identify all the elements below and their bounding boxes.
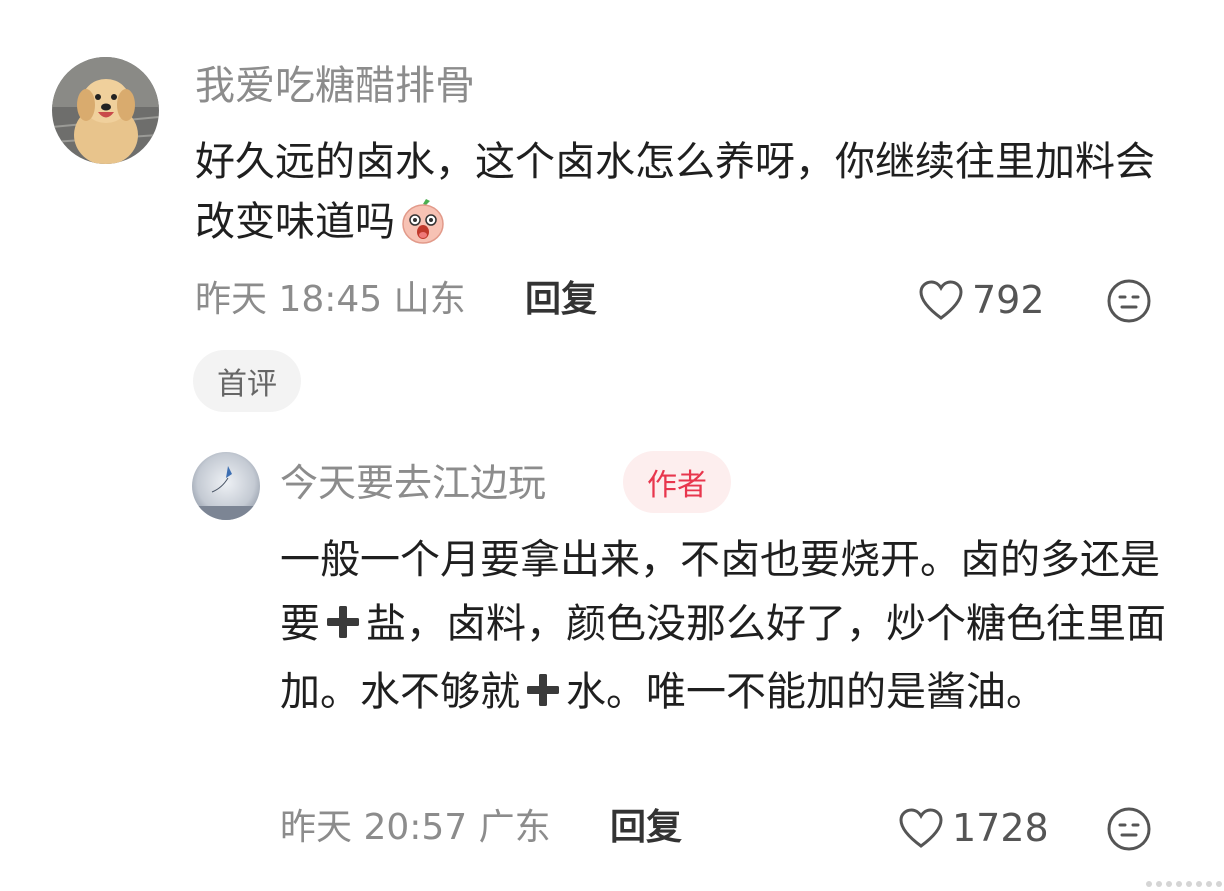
author-badge: 作者 [623,451,731,513]
reply-button[interactable]: 回复 [525,274,597,326]
like-count: 1728 [952,806,1049,850]
plus-icon [524,664,562,728]
reply-location: 广东 [478,807,551,848]
heart-icon [919,280,963,320]
reply-username[interactable]: 今天要去江边玩 [280,456,546,510]
plus-icon [324,596,362,660]
comment-meta: 昨天 18:45 山东 [195,274,466,326]
comment-time: 昨天 18:45 [195,279,383,320]
watermark-dots [1146,881,1222,887]
like-button[interactable]: 1728 [898,802,1049,854]
neutral-face-icon [1107,279,1151,323]
comment-text-body: 好久远的卤水，这个卤水怎么养呀，你继续往里加料会改变味道吗 [195,139,1155,245]
neutral-face-icon [1107,807,1151,851]
first-comment-badge: 首评 [193,350,301,412]
comment-username[interactable]: 我爱吃糖醋排骨 [195,58,475,114]
reply-meta: 昨天 20:57 广东 [280,802,551,854]
avatar[interactable] [52,57,159,164]
surprised-face-icon [399,197,447,262]
like-count: 792 [972,278,1045,322]
comment-text: 好久远的卤水，这个卤水怎么养呀，你继续往里加料会改变味道吗 [195,132,1155,262]
reply-button[interactable]: 回复 [610,802,682,854]
dislike-button[interactable] [1106,806,1152,856]
reply-time: 昨天 20:57 [280,807,468,848]
reply-text: 一般一个月要拿出来，不卤也要烧开。卤的多还是要 盐，卤料，颜色没那么好了，炒个糖色… [280,528,1190,728]
like-button[interactable]: 792 [918,274,1045,326]
comment-location: 山东 [393,279,466,320]
reply-text-part: 水。唯一不能加的是酱油。 [566,669,1046,715]
heart-icon [899,808,943,848]
dislike-button[interactable] [1106,278,1152,328]
avatar[interactable] [192,452,260,520]
